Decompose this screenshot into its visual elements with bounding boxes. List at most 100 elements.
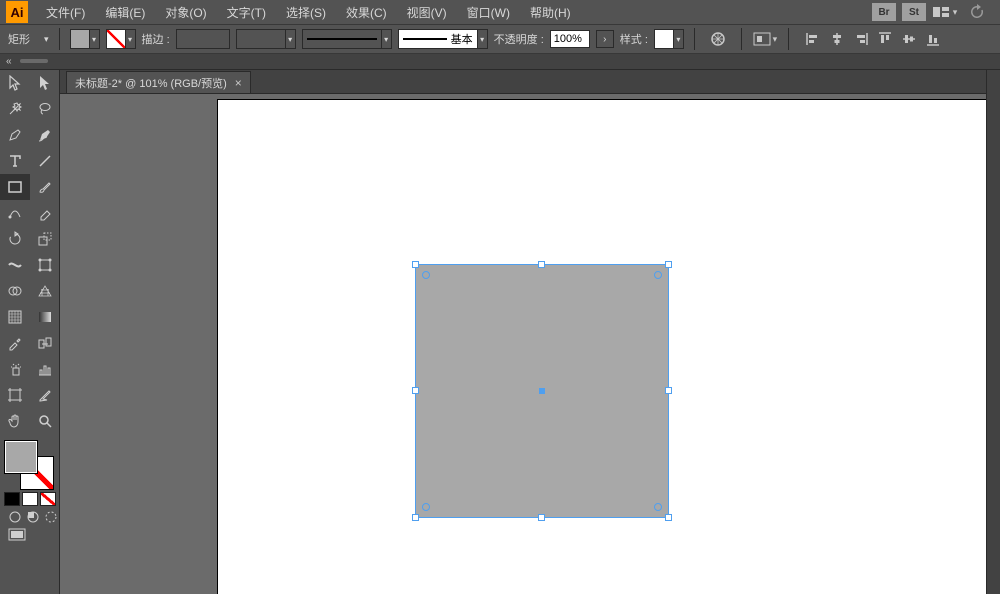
selection-handle[interactable]	[665, 261, 672, 268]
corner-widget[interactable]	[654, 503, 662, 511]
paintbrush-tool[interactable]	[30, 174, 60, 200]
chevron-down-icon[interactable]: ▾	[674, 29, 684, 49]
chevron-down-icon[interactable]: ▾	[382, 29, 392, 49]
align-top-button[interactable]	[875, 29, 895, 49]
menu-type[interactable]: 文字(T)	[217, 4, 276, 21]
draw-normal-button[interactable]	[8, 510, 22, 524]
center-mark	[539, 388, 545, 394]
draw-behind-button[interactable]	[26, 510, 40, 524]
corner-widget[interactable]	[422, 271, 430, 279]
bridge-button[interactable]: Br	[872, 3, 896, 21]
menu-object[interactable]: 对象(O)	[155, 4, 216, 21]
gradient-mode-button[interactable]	[22, 492, 38, 506]
selection-handle[interactable]	[665, 387, 672, 394]
opacity-arrow[interactable]: ›	[596, 30, 614, 48]
lasso-tool[interactable]	[30, 96, 60, 122]
menu-view[interactable]: 视图(V)	[397, 4, 457, 21]
column-graph-tool[interactable]	[30, 356, 60, 382]
line-tool[interactable]	[30, 148, 60, 174]
align-bottom-button[interactable]	[923, 29, 943, 49]
stroke-label: 描边 :	[142, 31, 170, 47]
scale-tool[interactable]	[30, 226, 60, 252]
mesh-tool[interactable]	[0, 304, 30, 330]
selection-handle[interactable]	[538, 514, 545, 521]
stroke-width-stepper[interactable]	[176, 29, 230, 49]
hand-tool[interactable]	[0, 408, 30, 434]
color-mode-button[interactable]	[4, 492, 20, 506]
profile-select[interactable]: ▾	[302, 29, 392, 49]
menu-file[interactable]: 文件(F)	[36, 4, 95, 21]
fill-stroke-control[interactable]	[0, 434, 59, 542]
opacity-input[interactable]	[550, 30, 590, 48]
selection-tool[interactable]	[0, 70, 30, 96]
align-left-button[interactable]	[803, 29, 823, 49]
align-right-button[interactable]	[851, 29, 871, 49]
curvature-tool[interactable]	[30, 122, 60, 148]
stock-button[interactable]: St	[902, 3, 926, 21]
panel-collapse-strip[interactable]: «	[0, 54, 1000, 70]
corner-widget[interactable]	[654, 271, 662, 279]
shaper-tool[interactable]	[0, 200, 30, 226]
fill-big-swatch[interactable]	[4, 440, 38, 474]
direct-selection-tool[interactable]	[30, 70, 60, 96]
style-swatch[interactable]	[654, 29, 674, 49]
selection-handle[interactable]	[538, 261, 545, 268]
graphic-style-control[interactable]: ▾	[654, 29, 684, 49]
magic-wand-tool[interactable]	[0, 96, 30, 122]
fill-color-control[interactable]: ▾	[70, 29, 100, 49]
screen-mode-button[interactable]	[8, 528, 26, 542]
toolbox	[0, 70, 60, 594]
canvas[interactable]	[60, 94, 986, 594]
close-icon[interactable]: ×	[235, 76, 242, 90]
app-logo: Ai	[6, 1, 28, 23]
chevron-down-icon[interactable]: ▾	[286, 29, 296, 49]
zoom-tool[interactable]	[30, 408, 60, 434]
none-mode-button[interactable]	[40, 492, 56, 506]
perspective-grid-tool[interactable]	[30, 278, 60, 304]
artboard-tool[interactable]	[0, 382, 30, 408]
width-tool[interactable]	[0, 252, 30, 278]
chevron-down-icon[interactable]: ▾	[478, 29, 488, 49]
fill-swatch[interactable]	[70, 29, 90, 49]
corner-widget[interactable]	[422, 503, 430, 511]
sync-icon[interactable]	[964, 1, 990, 23]
eyedropper-tool[interactable]	[0, 330, 30, 356]
align-hcenter-button[interactable]	[827, 29, 847, 49]
recolor-button[interactable]	[705, 28, 731, 50]
symbol-sprayer-tool[interactable]	[0, 356, 30, 382]
pen-tool[interactable]	[0, 122, 30, 148]
brush-select[interactable]: 基本 ▾	[398, 29, 488, 49]
right-dock[interactable]	[986, 70, 1000, 594]
chevron-down-icon[interactable]: ▾	[90, 29, 100, 49]
free-transform-tool[interactable]	[30, 252, 60, 278]
stroke-preset[interactable]: ▾	[236, 29, 296, 49]
chevron-down-icon[interactable]: ▾	[126, 29, 136, 49]
slice-tool[interactable]	[30, 382, 60, 408]
menu-window[interactable]: 窗口(W)	[457, 4, 520, 21]
align-vcenter-button[interactable]	[899, 29, 919, 49]
rectangle-tool[interactable]	[0, 174, 30, 200]
selection-handle[interactable]	[412, 261, 419, 268]
rotate-tool[interactable]	[0, 226, 30, 252]
align-group	[803, 29, 943, 49]
selected-rectangle[interactable]	[415, 264, 669, 518]
workspace-switcher[interactable]: ▾	[932, 1, 958, 23]
gradient-tool[interactable]	[30, 304, 60, 330]
selection-handle[interactable]	[665, 514, 672, 521]
menu-select[interactable]: 选择(S)	[276, 4, 336, 21]
align-to-button[interactable]: ▾	[752, 28, 778, 50]
opacity-label: 不透明度 :	[494, 31, 544, 47]
document-tab[interactable]: 未标题-2* @ 101% (RGB/预览) ×	[66, 71, 251, 93]
shape-builder-tool[interactable]	[0, 278, 30, 304]
selection-handle[interactable]	[412, 514, 419, 521]
stroke-color-control[interactable]: ▾	[106, 29, 136, 49]
eraser-tool[interactable]	[30, 200, 60, 226]
selection-handle[interactable]	[412, 387, 419, 394]
menu-effect[interactable]: 效果(C)	[336, 4, 397, 21]
stroke-swatch[interactable]	[106, 29, 126, 49]
menu-edit[interactable]: 编辑(E)	[95, 4, 155, 21]
blend-tool[interactable]	[30, 330, 60, 356]
type-tool[interactable]	[0, 148, 30, 174]
draw-inside-button[interactable]	[44, 510, 58, 524]
menu-help[interactable]: 帮助(H)	[520, 4, 581, 21]
